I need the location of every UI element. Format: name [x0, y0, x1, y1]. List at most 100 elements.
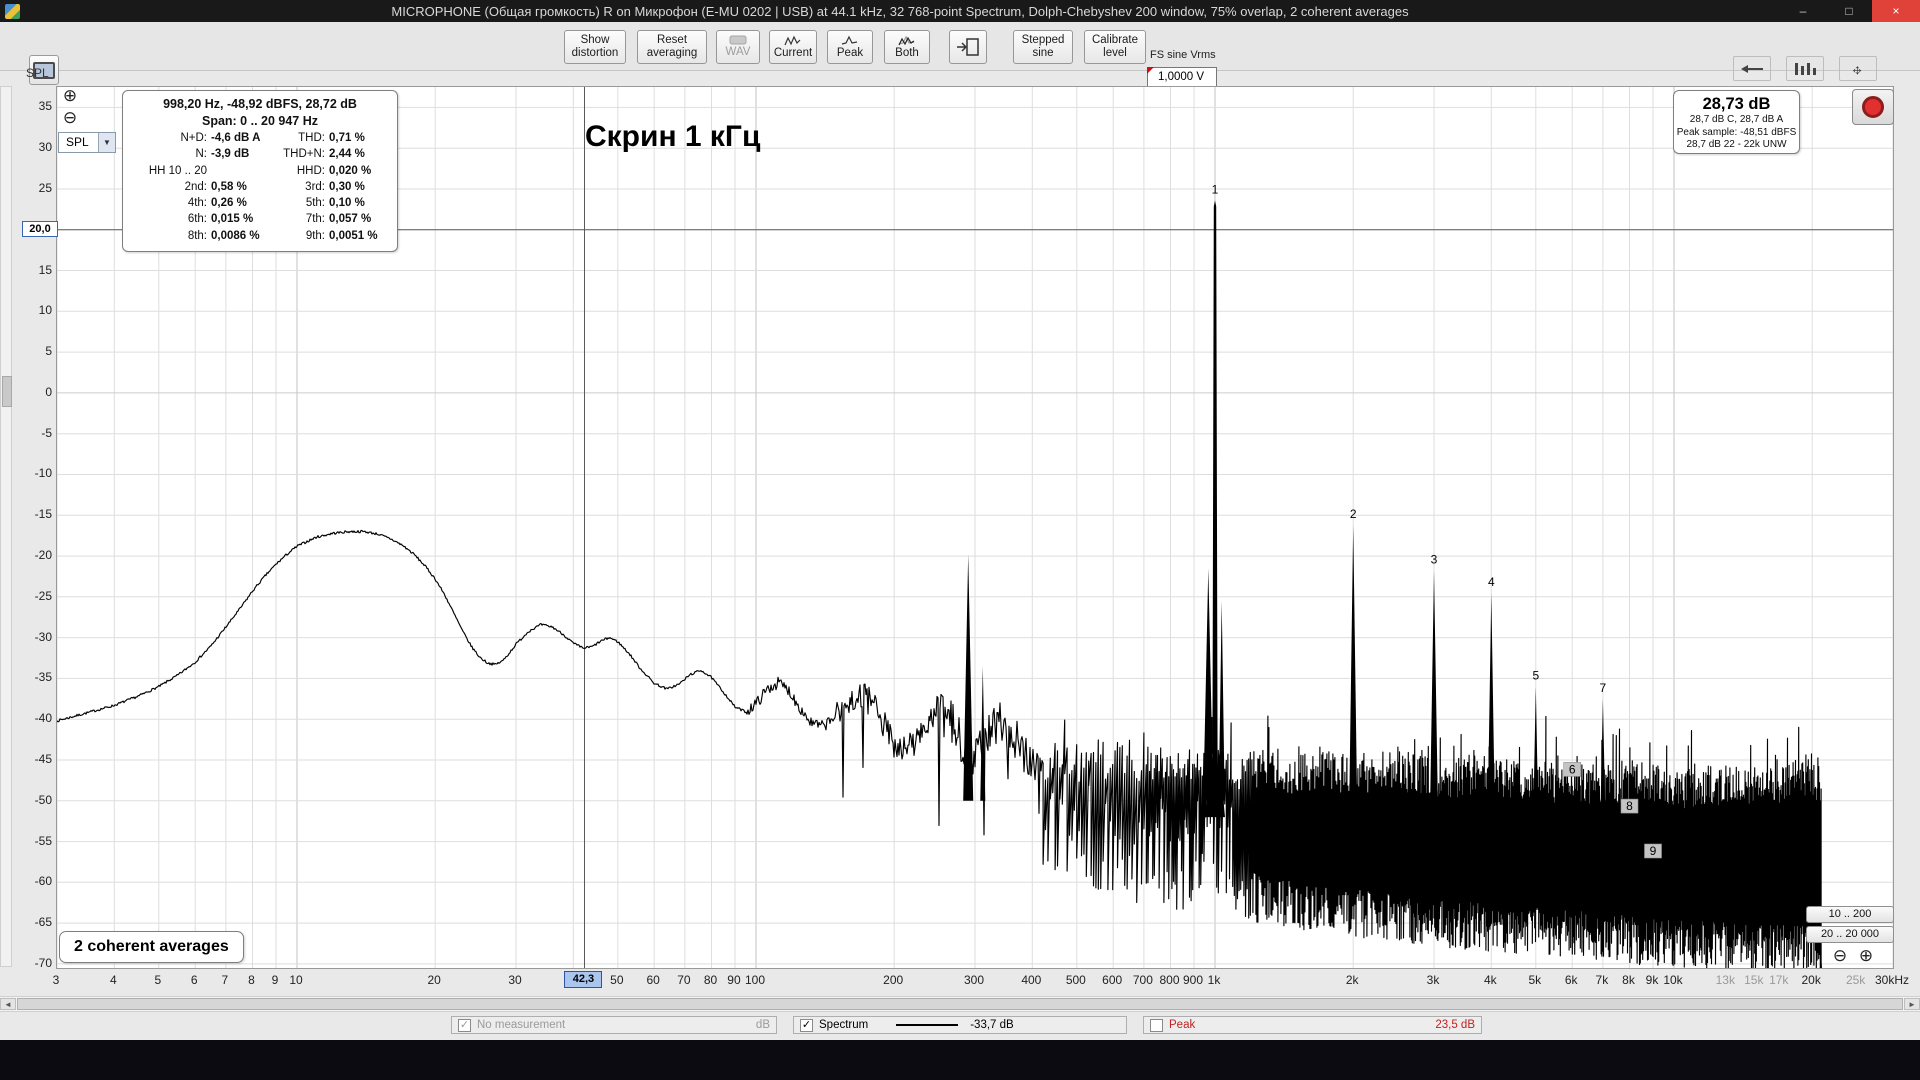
- x-axis-tick: 6: [190, 973, 198, 987]
- pan-button[interactable]: ↔ ↕: [1839, 56, 1877, 81]
- x-zoom-out-button[interactable]: ⊖: [1830, 946, 1850, 966]
- x-axis-tick: 9k: [1645, 973, 1659, 987]
- fs-sine-label: FS sine Vrms: [1150, 49, 1216, 61]
- spectrum-trace: [56, 529, 1822, 978]
- y-axis-tick: -35: [34, 670, 52, 685]
- generator-button[interactable]: [949, 30, 987, 64]
- maximize-icon: □: [1845, 4, 1853, 18]
- current-button[interactable]: Current: [769, 30, 817, 64]
- stat-value: 2,44 %: [329, 148, 365, 161]
- stat-label: 3rd:: [305, 180, 325, 193]
- zoom-in-icon: ⊕: [62, 86, 78, 105]
- stat-value: 0,057 %: [329, 213, 372, 226]
- stepped-sine-button[interactable]: Stepped sine: [1013, 30, 1073, 64]
- status-bar: ✓ No measurement dB ✓ Spectrum -33,7 dB …: [0, 1014, 1920, 1036]
- scale-settings-button[interactable]: [1733, 56, 1771, 81]
- peak-button[interactable]: Peak: [827, 30, 873, 64]
- stat-label: 4th:: [187, 197, 207, 210]
- level-detail-line: 28,7 dB C, 28,7 dB A: [1689, 114, 1784, 125]
- scroll-left-button[interactable]: ◄: [0, 998, 16, 1010]
- chevron-down-icon: ▼: [98, 133, 115, 152]
- both-button[interactable]: Both: [884, 30, 930, 64]
- stat-label: 9th:: [305, 229, 325, 242]
- x-axis-tick: 100: [744, 973, 766, 987]
- peak-spectrum-icon: [841, 35, 858, 45]
- current-label: Current: [773, 46, 813, 59]
- readout-span-line: Span: 0 .. 20 947 Hz: [201, 114, 319, 128]
- x-axis-tick: 7k: [1595, 973, 1609, 987]
- close-button[interactable]: ×: [1872, 0, 1920, 22]
- vertical-scrollbar[interactable]: [0, 86, 12, 967]
- stat-label: 6th:: [187, 213, 207, 226]
- range-button-high[interactable]: 20 .. 20 000: [1806, 926, 1894, 943]
- x-axis-tick: 500: [1065, 973, 1086, 987]
- x-axis-tick: 30: [508, 973, 522, 987]
- fs-sine-corner-marker: [1147, 67, 1154, 74]
- record-button[interactable]: [1852, 89, 1894, 125]
- x-axis-tick: 25k: [1845, 973, 1866, 987]
- harmonic-label: 6: [1569, 762, 1576, 776]
- x-axis-tick: 200: [883, 973, 904, 987]
- readout-stats-row: 8th: 0,0086 % 9th: 0,0051 %: [131, 228, 389, 244]
- y-zoom-out-button[interactable]: ⊖: [60, 108, 80, 128]
- y-axis-tick: -45: [34, 751, 52, 766]
- horizontal-scrollbar-thumb[interactable]: [17, 998, 1903, 1010]
- range-button-low[interactable]: 10 .. 200: [1806, 906, 1894, 923]
- signal-input-icon: [957, 37, 979, 56]
- bottom-strip: [0, 1040, 1920, 1080]
- minimize-icon: –: [1799, 4, 1807, 18]
- x-zoom-in-button[interactable]: ⊕: [1856, 946, 1876, 966]
- y-unit-select[interactable]: SPL ▼: [58, 132, 116, 153]
- vertical-scrollbar-thumb[interactable]: [2, 376, 12, 407]
- stat-value: 0,0051 %: [329, 229, 378, 242]
- stat-label: 2nd:: [184, 180, 207, 193]
- y-zoom-in-button[interactable]: ⊕: [60, 86, 80, 106]
- harmonic-label: 4: [1488, 575, 1495, 589]
- x-axis-tick: 2k: [1345, 973, 1359, 987]
- level-value: 28,73 dB: [1702, 95, 1771, 113]
- readout-frequency-line: 998,20 Hz, -48,92 dBFS, 28,72 dB: [163, 97, 357, 111]
- readout-stats: N+D: -4,6 dB A THD: 0,71 % N: -3,9 dB THD+N: 2,…: [131, 130, 389, 244]
- peak-checkbox[interactable]: [1150, 1018, 1163, 1032]
- stat-value: 0,30 %: [329, 180, 365, 193]
- frequency-cursor-readout: 42,3: [564, 971, 603, 988]
- bars-display-button[interactable]: [1786, 56, 1824, 81]
- no-measurement-checkbox[interactable]: ✓: [458, 1018, 471, 1032]
- stat-label: HH 10 .. 20: [148, 164, 207, 177]
- stat-label: HHD:: [296, 164, 325, 177]
- maximize-button[interactable]: □: [1826, 0, 1872, 22]
- x-axis-tick: 7: [221, 973, 229, 987]
- y-axis-tick: 0: [45, 384, 52, 399]
- fs-sine-input[interactable]: [1147, 67, 1217, 87]
- y-axis-tick: -55: [34, 833, 52, 848]
- scroll-right-button[interactable]: ►: [1904, 998, 1920, 1010]
- horizontal-scrollbar[interactable]: ◄ ►: [0, 996, 1920, 1012]
- both-spectrum-icon: [898, 35, 915, 45]
- spectrum-trace-swatch: [896, 1024, 959, 1026]
- stat-value: 0,10 %: [329, 197, 365, 210]
- both-label: Both: [895, 46, 919, 59]
- stat-value: -4,6 dB A: [211, 132, 261, 144]
- spectrum-checkbox[interactable]: ✓: [800, 1018, 813, 1032]
- harmonic-label: 2: [1350, 507, 1357, 521]
- x-axis-tick: 10k: [1663, 973, 1683, 987]
- zoom-out-icon: ⊖: [62, 108, 78, 127]
- x-axis-tick: 50: [610, 973, 624, 987]
- harmonic-label: 9: [1650, 844, 1657, 858]
- x-axis-tick: 800: [1159, 973, 1180, 987]
- stat-label: THD:: [298, 132, 325, 144]
- app-icon: [5, 3, 20, 19]
- pan-vertical-glyph: ↕: [1854, 60, 1861, 77]
- reset-averaging-button[interactable]: Reset averaging: [637, 30, 707, 64]
- minimize-button[interactable]: –: [1780, 0, 1826, 22]
- calibrate-level-button[interactable]: Calibrate level: [1084, 30, 1146, 64]
- x-axis-tick: 1k: [1207, 973, 1221, 987]
- show-distortion-button[interactable]: Show distortion: [564, 30, 626, 64]
- x-axis-tick: 17k: [1769, 973, 1789, 987]
- check-icon: ✓: [459, 1018, 470, 1031]
- stat-value: 0,020 %: [329, 164, 372, 177]
- wav-button[interactable]: WAV: [716, 30, 760, 64]
- y-axis-tick: 10: [38, 303, 52, 318]
- level-cursor-readout: 20,0: [22, 220, 58, 237]
- level-details: 28,7 dB C, 28,7 dB A Peak sample: -48,51 …: [1674, 114, 1799, 152]
